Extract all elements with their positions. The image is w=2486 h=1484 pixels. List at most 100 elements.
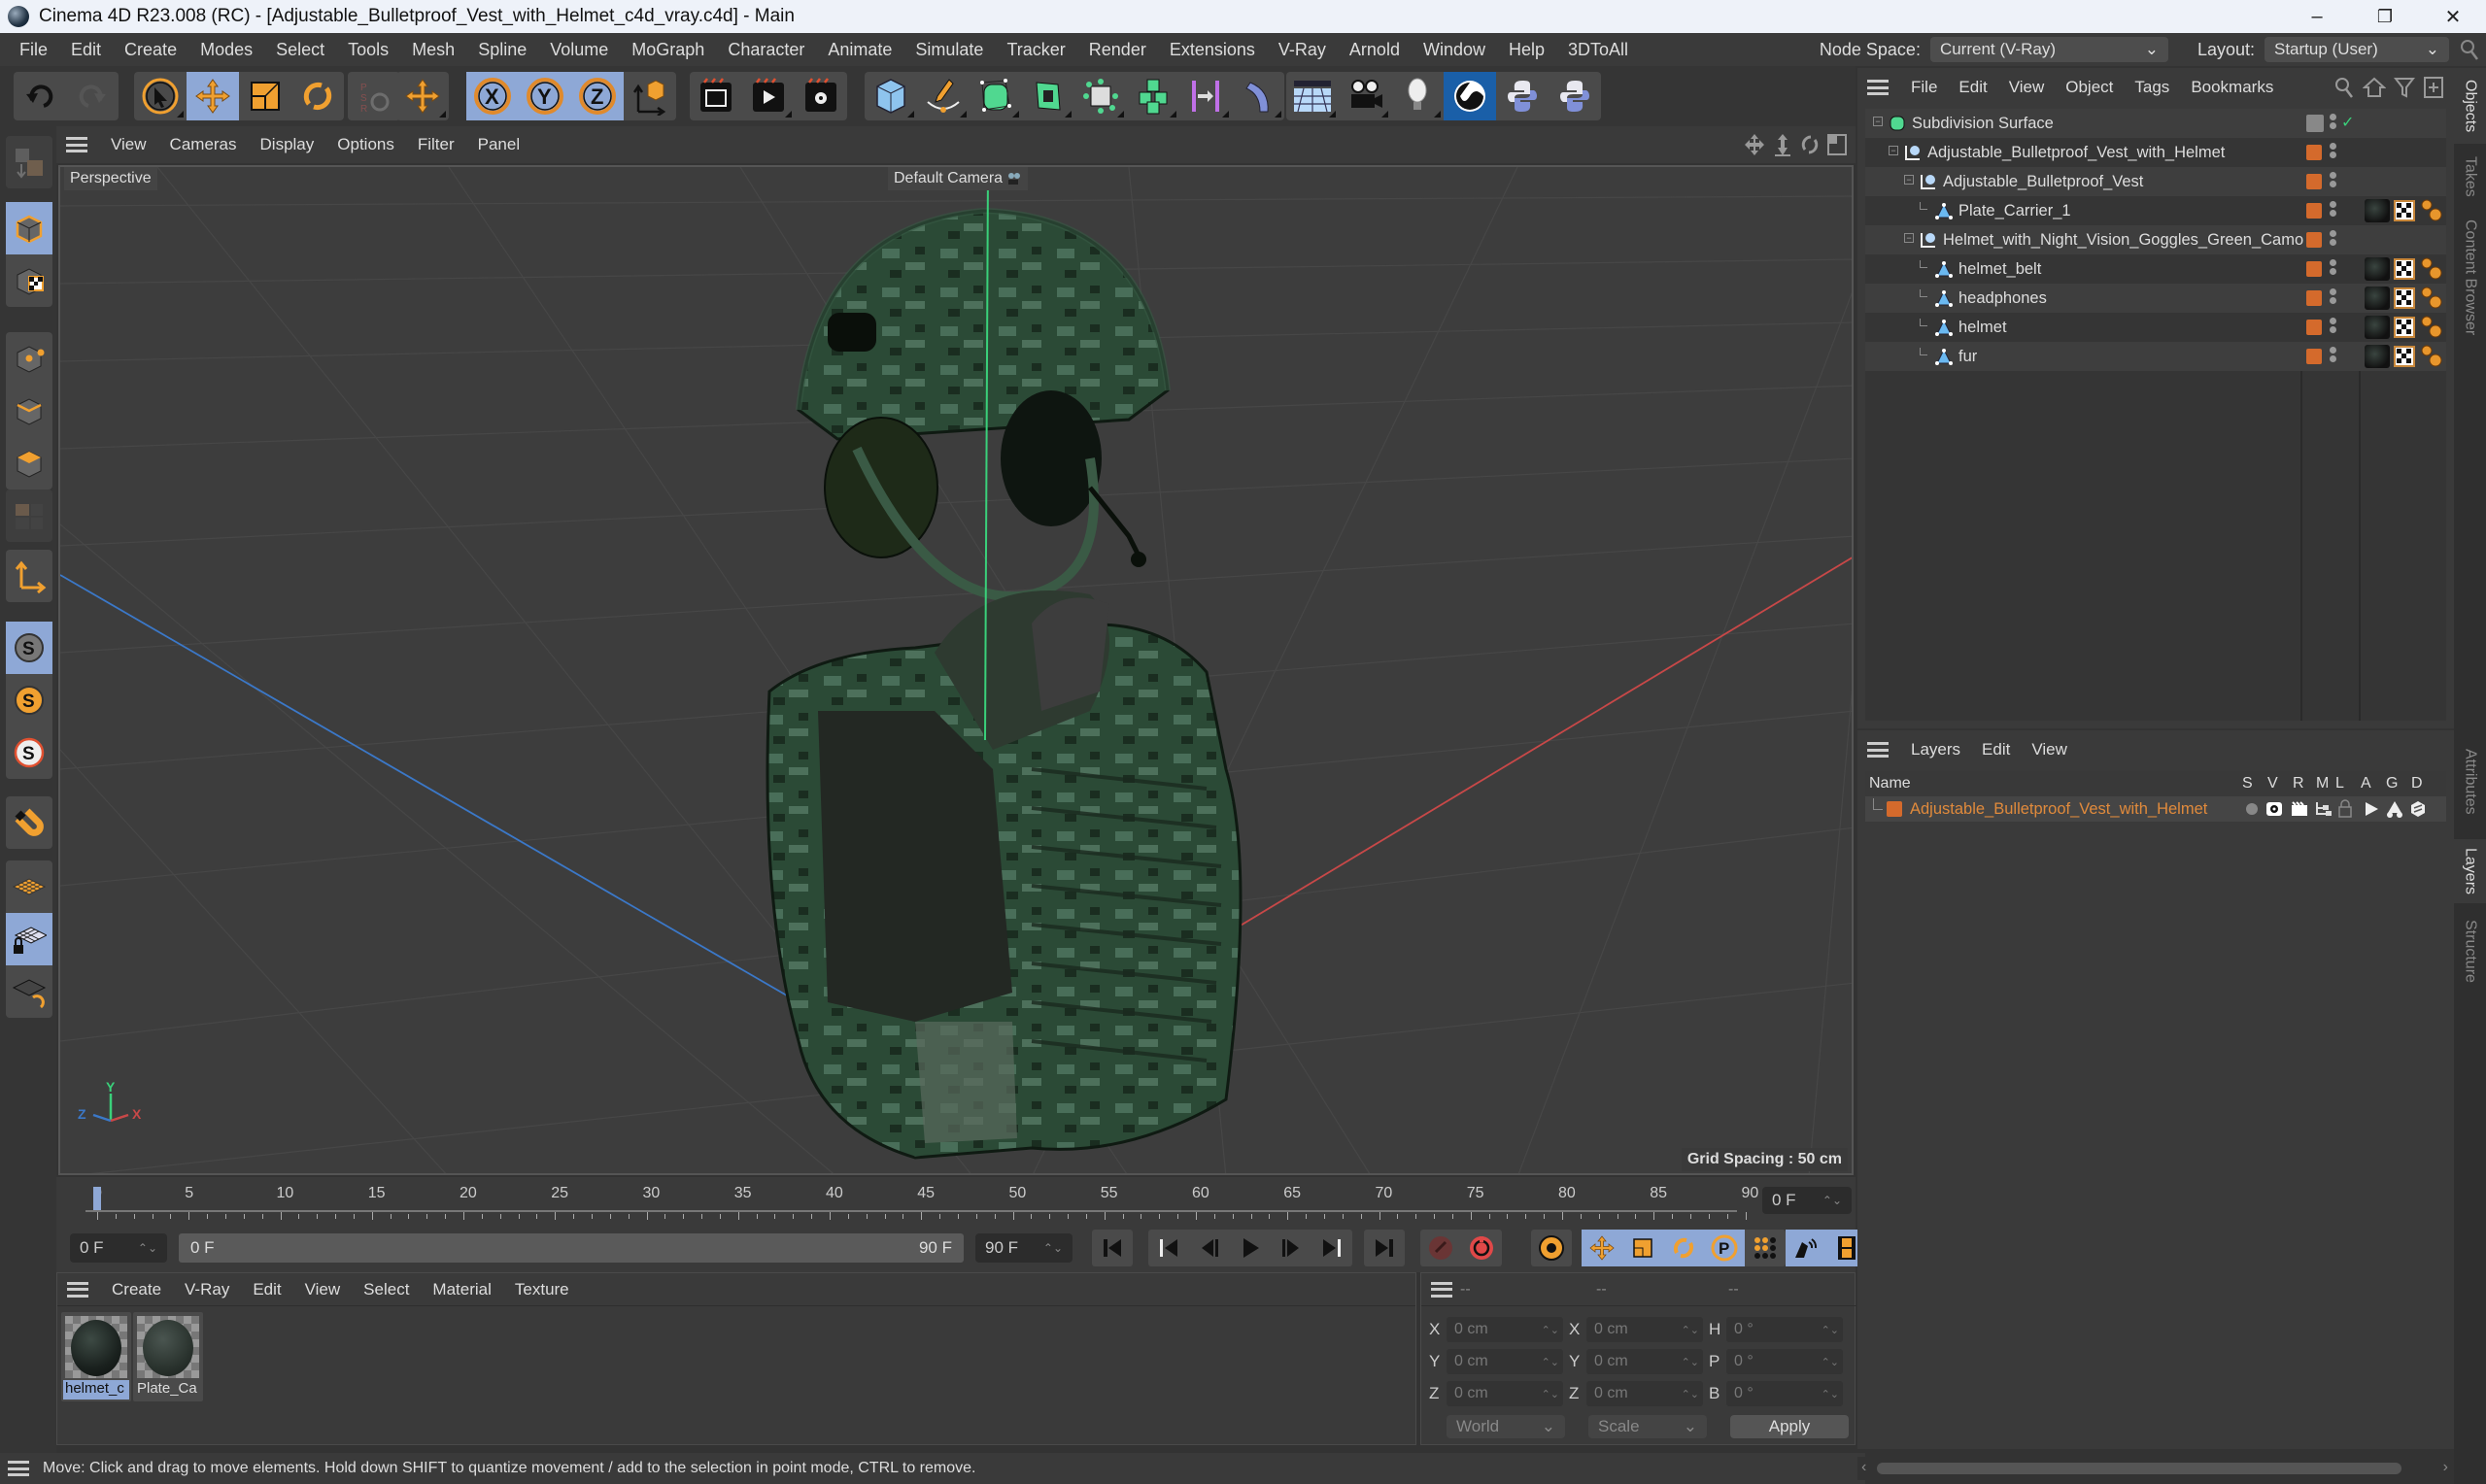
layer-color-icon[interactable] <box>2306 145 2322 160</box>
polygon-mode-button[interactable] <box>6 437 52 489</box>
vray-button[interactable] <box>1444 72 1496 120</box>
rotate-button[interactable] <box>291 72 344 120</box>
visibility-dots-icon[interactable] <box>2330 112 2336 133</box>
new-window-icon[interactable] <box>2423 76 2444 99</box>
tab-attributes[interactable]: Attributes <box>2454 728 2486 835</box>
record-keys-button[interactable] <box>1420 1230 1461 1266</box>
object-row[interactable]: fur <box>1865 342 2446 371</box>
layer-color-swatch[interactable] <box>1887 801 1902 817</box>
menu-character[interactable]: Character <box>716 40 816 60</box>
visibility-eye-icon[interactable] <box>2265 800 2283 818</box>
visibility-dots-icon[interactable] <box>2330 228 2336 250</box>
home-icon[interactable] <box>2363 76 2386 99</box>
rot-h-field[interactable]: 0 ° ⌃⌄ <box>1726 1317 1843 1342</box>
object-row[interactable]: headphones <box>1865 284 2446 313</box>
previous-key-button[interactable] <box>1148 1230 1189 1266</box>
visibility-dots-icon[interactable] <box>2330 287 2336 308</box>
object-row[interactable]: helmet_belt <box>1865 254 2446 284</box>
workplane-button[interactable] <box>6 860 52 913</box>
status-menu-icon[interactable] <box>8 1461 29 1476</box>
layer-col-generators[interactable]: G <box>2386 775 2398 793</box>
uv-mode-button[interactable] <box>6 489 52 542</box>
visibility-dots-icon[interactable] <box>2330 345 2336 366</box>
layer-col-view[interactable]: V <box>2267 775 2278 793</box>
material-tag-icon[interactable] <box>2365 287 2390 310</box>
pos-y-field[interactable]: 0 cm ⌃⌄ <box>1447 1349 1563 1374</box>
scrollbar-thumb[interactable] <box>1877 1463 2401 1474</box>
menu-modes[interactable]: Modes <box>188 40 264 60</box>
search-icon[interactable] <box>2459 38 2480 61</box>
viewport-menu-cameras[interactable]: Cameras <box>158 135 249 154</box>
expand-toggle[interactable]: − <box>1904 233 1914 243</box>
solo-icon[interactable] <box>2244 801 2260 817</box>
playhead[interactable] <box>93 1187 101 1210</box>
menu-select[interactable]: Select <box>264 40 336 60</box>
menu-vray[interactable]: V-Ray <box>1267 40 1338 60</box>
layer-color-icon[interactable] <box>2306 203 2322 219</box>
restore-button[interactable]: ❐ <box>2351 0 2419 33</box>
timeline-ruler[interactable]: 051015202530354045505560657075808590 0 F… <box>56 1177 1856 1224</box>
world-axis-button[interactable] <box>396 72 449 120</box>
menu-edit[interactable]: Edit <box>59 40 113 60</box>
python-button-2[interactable] <box>1549 72 1601 120</box>
go-to-end-button[interactable] <box>1364 1230 1405 1266</box>
object-row[interactable]: − Subdivision Surface ✓ <box>1865 109 2446 138</box>
rot-p-field[interactable]: 0 ° ⌃⌄ <box>1726 1349 1843 1374</box>
menu-file[interactable]: File <box>8 40 59 60</box>
layer-col-deformers[interactable]: D <box>2411 775 2423 793</box>
menu-arnold[interactable]: Arnold <box>1338 40 1412 60</box>
frame-range-slider[interactable]: 0 F 90 F <box>179 1233 964 1263</box>
tab-content-browser[interactable]: Content Browser <box>2454 210 2486 346</box>
layer-row[interactable]: Adjustable_Bulletproof_Vest_with_Helmet <box>1865 796 2446 822</box>
orbit-icon[interactable] <box>1799 132 1821 157</box>
model-mode-button[interactable] <box>6 202 52 254</box>
auto-key-button[interactable] <box>1461 1230 1502 1266</box>
y-axis-lock-button[interactable]: Y <box>519 72 571 120</box>
material-menu-vray[interactable]: V-Ray <box>173 1280 241 1299</box>
helmet-model[interactable] <box>796 207 1171 602</box>
floor-button[interactable] <box>1286 72 1339 120</box>
animation-play-icon[interactable] <box>2363 800 2380 818</box>
layer-color-icon[interactable] <box>2306 320 2322 335</box>
pan-icon[interactable] <box>1743 132 1766 157</box>
menu-help[interactable]: Help <box>1497 40 1556 60</box>
key-scale-button[interactable] <box>1622 1230 1663 1266</box>
uvw-tag-icon[interactable] <box>2394 346 2415 367</box>
undo-button[interactable] <box>14 72 66 120</box>
coordinate-mode-dropdown[interactable]: World ⌄ <box>1447 1415 1565 1438</box>
viewport-menu-display[interactable]: Display <box>249 135 326 154</box>
object-row[interactable]: − Helmet_with_Night_Vision_Goggles_Green_… <box>1865 225 2446 254</box>
apply-button[interactable]: Apply <box>1730 1415 1849 1438</box>
scale-button[interactable] <box>239 72 291 120</box>
python-button[interactable] <box>1496 72 1549 120</box>
go-to-start-button[interactable] <box>1092 1230 1133 1266</box>
object-menu-bookmarks[interactable]: Bookmarks <box>2180 78 2284 97</box>
locked-workplane-button[interactable] <box>6 913 52 965</box>
layer-col-animation[interactable]: A <box>2361 775 2371 793</box>
render-picture-viewer-button[interactable] <box>742 72 795 120</box>
material-swatch[interactable]: Plate_Ca <box>133 1312 203 1401</box>
next-frame-button[interactable] <box>1271 1230 1311 1266</box>
sound-button[interactable] <box>1786 1230 1826 1266</box>
material-menu-edit[interactable]: Edit <box>241 1280 292 1299</box>
coordinates-menu-icon[interactable] <box>1431 1281 1452 1298</box>
key-position-button[interactable] <box>1582 1230 1622 1266</box>
edge-mode-button[interactable] <box>6 385 52 437</box>
point-mode-button[interactable] <box>6 332 52 385</box>
rot-b-field[interactable]: 0 ° ⌃⌄ <box>1726 1381 1843 1406</box>
coordinate-system-button[interactable] <box>624 72 676 120</box>
size-z-field[interactable]: 0 cm ⌃⌄ <box>1586 1381 1703 1406</box>
menu-simulate[interactable]: Simulate <box>903 40 995 60</box>
render-view-button[interactable] <box>690 72 742 120</box>
x-axis-lock-button[interactable]: X <box>466 72 519 120</box>
viewport-menu-panel[interactable]: Panel <box>466 135 531 154</box>
maximize-icon[interactable] <box>1826 132 1848 157</box>
visibility-dots-icon[interactable] <box>2330 316 2336 337</box>
visibility-dots-icon[interactable] <box>2330 257 2336 279</box>
tab-objects[interactable]: Objects <box>2454 68 2486 144</box>
layer-empty-icon[interactable] <box>2306 115 2324 132</box>
key-parameter-button[interactable]: P <box>1704 1230 1745 1266</box>
layer-color-icon[interactable] <box>2306 261 2322 277</box>
layer-menu-layers[interactable]: Layers <box>1900 740 1971 759</box>
render-clapper-icon[interactable] <box>2291 800 2308 818</box>
